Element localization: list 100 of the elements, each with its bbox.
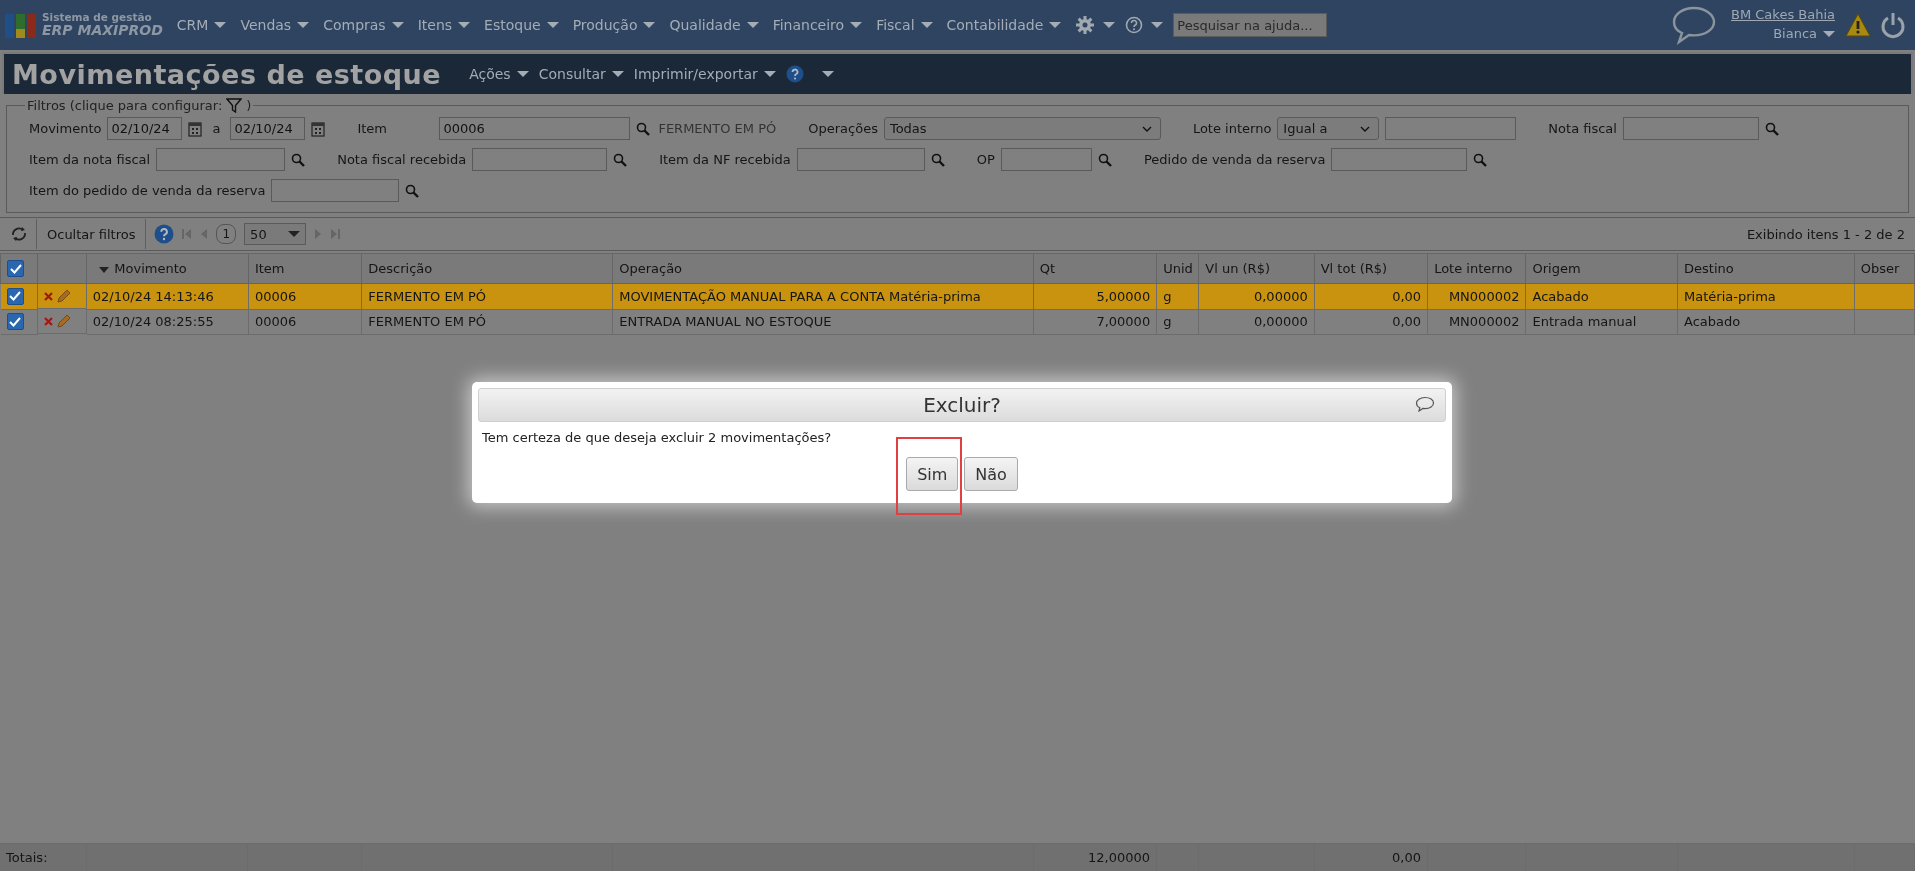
column-header[interactable]: Vl un (R$): [1198, 253, 1315, 284]
menu-item[interactable]: Itens: [417, 17, 471, 33]
pencil-icon[interactable]: [56, 288, 73, 304]
logo-icon: [4, 11, 38, 39]
row-checkbox[interactable]: [6, 313, 24, 330]
input-field[interactable]: [1000, 148, 1092, 171]
search-icon[interactable]: [405, 183, 420, 198]
field-label: Nota fiscal recebida: [337, 152, 467, 167]
power-icon[interactable]: [1879, 11, 1907, 39]
hide-filters-button[interactable]: Ocultar filtros: [45, 226, 138, 242]
input-field[interactable]: [796, 148, 925, 171]
table-cell: ENTRADA MANUAL NO ESTOQUE: [612, 309, 1034, 334]
caret-icon[interactable]: [1103, 22, 1116, 28]
search-icon[interactable]: [1473, 152, 1488, 167]
comment-icon[interactable]: [1415, 396, 1435, 412]
input-field[interactable]: [156, 148, 286, 171]
column-header[interactable]: Qt: [1033, 253, 1157, 284]
menu-item[interactable]: Qualidade: [669, 17, 759, 33]
search-icon[interactable]: [930, 152, 945, 167]
select-field[interactable]: Igual a: [1277, 117, 1380, 140]
help-icon[interactable]: [154, 224, 175, 244]
filter-icon[interactable]: [226, 98, 243, 113]
menu-item[interactable]: Ações: [469, 66, 529, 82]
caret-icon[interactable]: [1151, 22, 1164, 28]
column-header[interactable]: Lote interno: [1427, 253, 1526, 284]
refresh-icon[interactable]: [10, 226, 28, 242]
table-row[interactable]: 02/10/24 08:25:55 00006 FERMENTO EM PÓ ENTRADA MANUAL NO ESTOQUE 7,00000 g 0,00000 0,00 MN000002 Entrada manual Acabado: [0, 309, 1915, 334]
table-cell: 02/10/24 14:13:46: [86, 283, 249, 309]
column-header[interactable]: Origem: [1526, 253, 1678, 284]
select-field[interactable]: Todas: [883, 117, 1161, 140]
dialog-button[interactable]: Não: [964, 457, 1018, 491]
field-label: Nota fiscal: [1548, 121, 1617, 136]
column-header[interactable]: Unid: [1156, 253, 1199, 284]
table-cell: 0,00: [1314, 283, 1428, 309]
dialog-button[interactable]: Sim: [906, 457, 959, 491]
input-field[interactable]: [1385, 117, 1517, 140]
field-label: OP: [976, 152, 995, 167]
input-field[interactable]: [1622, 117, 1759, 140]
menu-item[interactable]: Vendas: [240, 17, 310, 33]
help-icon[interactable]: [1125, 16, 1144, 34]
calendar-icon[interactable]: [311, 120, 326, 137]
table-cell: MN000002: [1427, 283, 1526, 309]
table-cell: MOVIMENTAÇÃO MANUAL PARA A CONTA Matéria-prima: [612, 283, 1034, 309]
calendar-icon[interactable]: [188, 120, 203, 137]
field-label: Item: [357, 121, 388, 136]
company-link[interactable]: BM Cakes Bahia: [1731, 6, 1835, 25]
page-title: Movimentações de estoque: [12, 58, 442, 90]
select-all-checkbox[interactable]: [7, 260, 24, 277]
item-description: FERMENTO EM PÓ: [658, 121, 777, 136]
chevron-icon: [1141, 125, 1152, 132]
menu-item[interactable]: Estoque: [484, 17, 559, 33]
menu-item[interactable]: Financeiro: [772, 17, 863, 33]
page-size-select[interactable]: 50: [244, 223, 307, 245]
user-menu[interactable]: Bianca: [1773, 25, 1835, 44]
table-cell: 02/10/24 08:25:55: [86, 309, 249, 334]
warning-icon[interactable]: [1845, 13, 1871, 37]
menu-item[interactable]: CRM: [176, 17, 227, 33]
chevron-icon: [1360, 125, 1371, 132]
table-cell: 5,00000: [1033, 283, 1157, 309]
menu-item[interactable]: Contabilidade: [946, 17, 1062, 33]
column-header[interactable]: Movimento: [86, 253, 249, 284]
field-label: Pedido de venda da reserva: [1143, 152, 1326, 167]
field-label: Movimento: [29, 121, 102, 136]
delete-icon[interactable]: [44, 291, 54, 301]
date-field[interactable]: 02/10/24: [107, 117, 183, 140]
field-label: Item do pedido de venda da reserva: [29, 183, 266, 198]
column-header[interactable]: Descrição: [361, 253, 613, 284]
help-icon[interactable]: [785, 65, 804, 83]
search-icon[interactable]: [291, 152, 306, 167]
search-field[interactable]: Pesquisar na ajuda...: [1173, 13, 1328, 37]
search-icon[interactable]: [613, 152, 628, 167]
input-field[interactable]: 00006: [439, 117, 631, 140]
column-header[interactable]: Destino: [1677, 253, 1855, 284]
table-cell: 0,00: [1314, 309, 1428, 334]
menu-item[interactable]: Imprimir/exportar: [633, 66, 776, 82]
field-label: Operações: [808, 121, 878, 136]
input-field[interactable]: [271, 179, 400, 202]
search-icon[interactable]: [1764, 121, 1779, 136]
column-header[interactable]: Item: [248, 253, 362, 284]
settings-icon[interactable]: [1075, 15, 1096, 35]
menu-item[interactable]: Fiscal: [876, 17, 933, 33]
date-field[interactable]: 02/10/24: [230, 117, 306, 140]
table-row[interactable]: 02/10/24 14:13:46 00006 FERMENTO EM PÓ MOVIMENTAÇÃO MANUAL PARA A CONTA Matéria-prima 5,00000 g 0,00000 0,00 MN000002 Acabado Matéria-prima: [0, 283, 1915, 309]
chat-icon[interactable]: [1671, 5, 1717, 45]
row-checkbox[interactable]: [6, 287, 24, 305]
filters-legend[interactable]: Filtros (clique para configurar:: [27, 98, 223, 113]
column-header[interactable]: Obser: [1854, 253, 1915, 284]
caret-icon[interactable]: [821, 71, 834, 77]
menu-item[interactable]: Consultar: [538, 66, 624, 82]
search-icon[interactable]: [636, 121, 651, 136]
menu-item[interactable]: Produção: [572, 17, 656, 33]
table-cell: FERMENTO EM PÓ: [361, 283, 613, 309]
table-cell: Acabado: [1526, 283, 1678, 309]
input-field[interactable]: [472, 148, 608, 171]
page-number[interactable]: 1: [216, 224, 237, 244]
column-header[interactable]: Operação: [612, 253, 1034, 284]
search-icon[interactable]: [1097, 152, 1112, 167]
menu-item[interactable]: Compras: [323, 17, 404, 33]
input-field[interactable]: [1331, 148, 1468, 171]
column-header[interactable]: Vl tot (R$): [1314, 253, 1428, 284]
